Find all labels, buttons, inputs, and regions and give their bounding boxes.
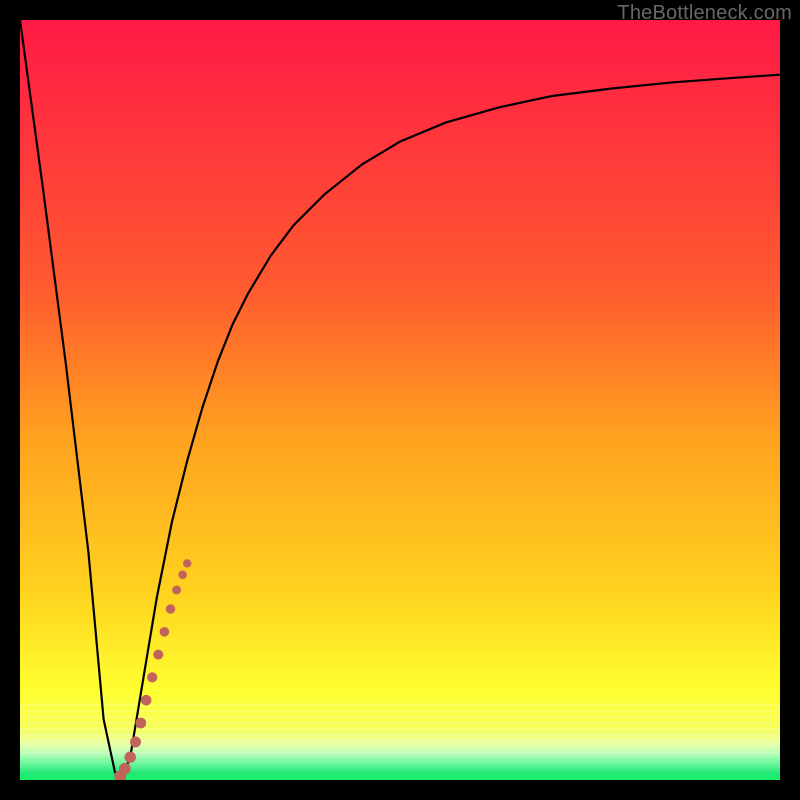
chart-frame: TheBottleneck.com <box>0 0 800 800</box>
gradient-background <box>20 20 780 780</box>
